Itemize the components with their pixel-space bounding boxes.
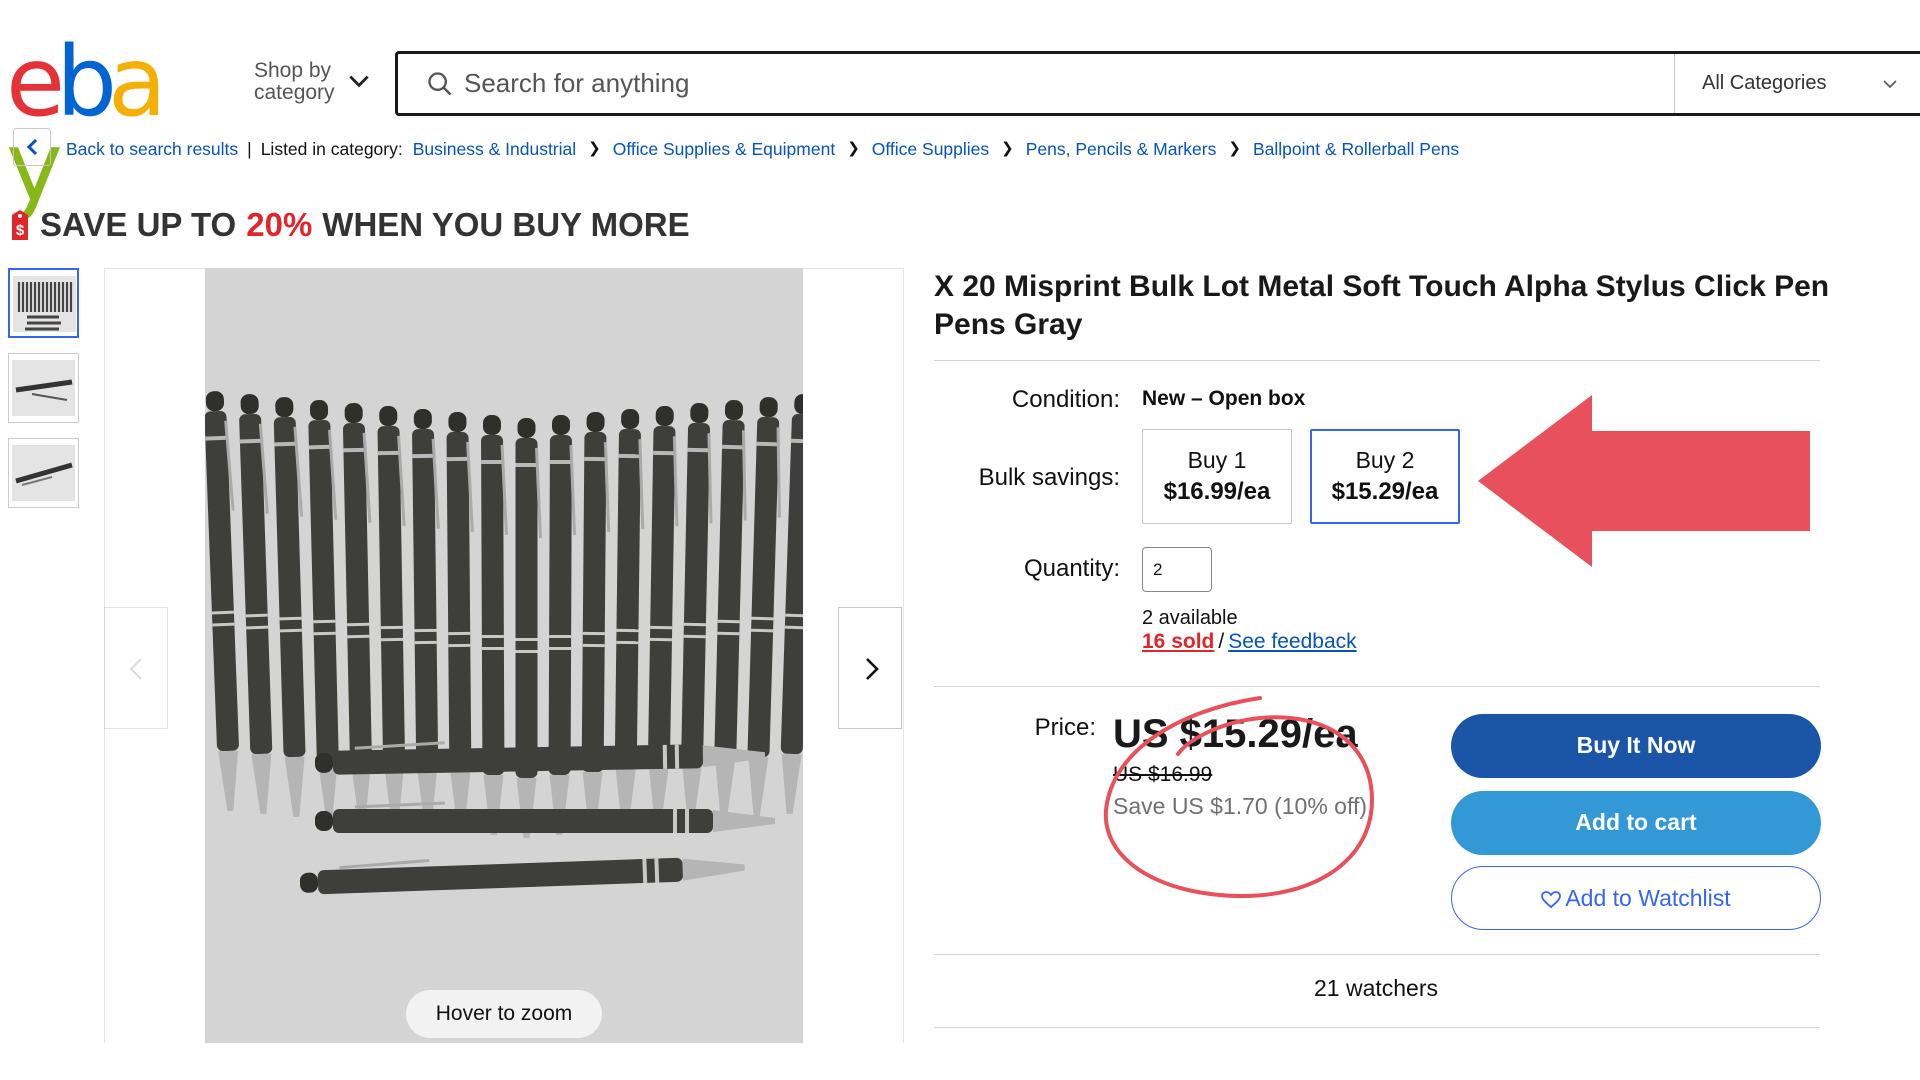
chevron-right-icon: ❯ <box>588 140 601 157</box>
bulk-option-price: $16.99/ea <box>1163 478 1271 505</box>
condition-label: Condition: <box>1011 386 1120 413</box>
promo-percent: 20% <box>246 206 313 243</box>
listed-in-category-label: Listed in category: <box>260 139 403 159</box>
product-photo[interactable] <box>205 268 803 1043</box>
chevron-right-icon <box>866 658 879 680</box>
add-to-watchlist-button[interactable]: Add to Watchlist <box>1451 866 1821 930</box>
add-to-cart-button[interactable]: Add to cart <box>1451 791 1821 855</box>
original-price: US $16.99 <box>1113 763 1213 786</box>
buy-it-now-button[interactable]: Buy It Now <box>1451 714 1821 778</box>
promo-prefix: SAVE UP TO <box>40 206 237 243</box>
chevron-left-icon <box>129 658 142 680</box>
separator: / <box>1218 630 1225 653</box>
logo-letter-b: b <box>56 26 117 138</box>
hover-to-zoom-hint: Hover to zoom <box>406 990 602 1038</box>
annotation-arrow <box>1478 395 1810 567</box>
chevron-right-icon: ❯ <box>847 140 860 157</box>
shop-by-category-button[interactable]: Shop by category <box>252 58 382 108</box>
logo-letter-a: a <box>108 26 167 138</box>
chevron-left-icon <box>26 138 38 156</box>
previous-image-button[interactable] <box>104 607 168 729</box>
category-select-value: All Categories <box>1702 72 1827 94</box>
savings-amount: Save US $1.70 (10% off) <box>1113 793 1367 819</box>
thumbnail-image <box>13 276 76 332</box>
ebay-logo[interactable]: ebay <box>6 26 196 215</box>
see-feedback-link[interactable]: See feedback <box>1228 630 1356 653</box>
divider <box>934 1027 1820 1028</box>
shop-by-category-label: Shop by category <box>254 59 335 104</box>
divider <box>934 954 1820 955</box>
bulk-promo-banner: $ SAVE UP TO 20% WHEN YOU BUY MORE <box>8 206 690 244</box>
bulk-option-quantity: Buy 2 <box>1355 447 1415 473</box>
breadcrumb-item[interactable]: Pens, Pencils & Markers <box>1026 138 1217 160</box>
gallery-thumbnail[interactable] <box>8 438 79 508</box>
search-icon <box>428 72 452 96</box>
sold-feedback-line: 16 sold / See feedback <box>1142 630 1357 654</box>
bulk-savings-label: Bulk savings: <box>978 464 1120 491</box>
breadcrumb-item[interactable]: Business & Industrial <box>413 138 576 160</box>
breadcrumb-item[interactable]: Office Supplies <box>872 138 989 160</box>
bulk-option-quantity: Buy 1 <box>1187 447 1247 473</box>
watchers-count: 21 watchers <box>1313 975 1438 1001</box>
thumbnail-image <box>12 445 75 501</box>
back-button[interactable] <box>13 128 51 166</box>
bulk-option-buy-1[interactable]: Buy 1 $16.99/ea <box>1142 429 1292 524</box>
heart-icon <box>1541 891 1562 909</box>
bulk-option-buy-2[interactable]: Buy 2 $15.29/ea <box>1310 429 1460 524</box>
gallery-thumbnail[interactable] <box>8 268 79 338</box>
breadcrumb-item[interactable]: Office Supplies & Equipment <box>613 138 835 160</box>
price-tag-icon: $ <box>12 210 28 240</box>
promo-suffix: WHEN YOU BUY MORE <box>322 206 690 243</box>
search-bar: All Categories <box>395 51 1920 116</box>
sold-count-link[interactable]: 16 sold <box>1142 630 1214 653</box>
bulk-option-price: $15.29/ea <box>1331 478 1439 505</box>
next-image-button[interactable] <box>838 607 902 729</box>
chevron-right-icon: ❯ <box>1001 140 1014 157</box>
available-count: 2 available <box>1142 607 1238 629</box>
chevron-down-icon <box>349 75 369 88</box>
back-to-search-link[interactable]: Back to search results <box>66 138 238 160</box>
price-label: Price: <box>1034 714 1096 741</box>
breadcrumb: Back to search results | Listed in categ… <box>66 138 1459 160</box>
quantity-label: Quantity: <box>1023 555 1120 582</box>
listing-title: X 20 Misprint Bulk Lot Metal Soft Touch … <box>934 270 1830 341</box>
breadcrumb-divider: | <box>247 139 252 159</box>
divider <box>934 686 1820 687</box>
gallery-thumbnail[interactable] <box>8 353 79 423</box>
condition-value: New – Open box <box>1142 387 1306 410</box>
svg-text:$: $ <box>16 222 25 239</box>
thumbnail-image <box>12 360 75 416</box>
category-select[interactable]: All Categories <box>1674 54 1920 113</box>
chevron-right-icon: ❯ <box>1228 140 1241 157</box>
quantity-input[interactable] <box>1142 547 1212 592</box>
divider <box>934 360 1820 361</box>
watchlist-label: Add to Watchlist <box>1565 885 1731 911</box>
current-price: US $15.29/ea <box>1113 712 1358 756</box>
chevron-down-icon <box>1883 80 1897 89</box>
breadcrumb-item[interactable]: Ballpoint & Rollerball Pens <box>1253 138 1459 160</box>
